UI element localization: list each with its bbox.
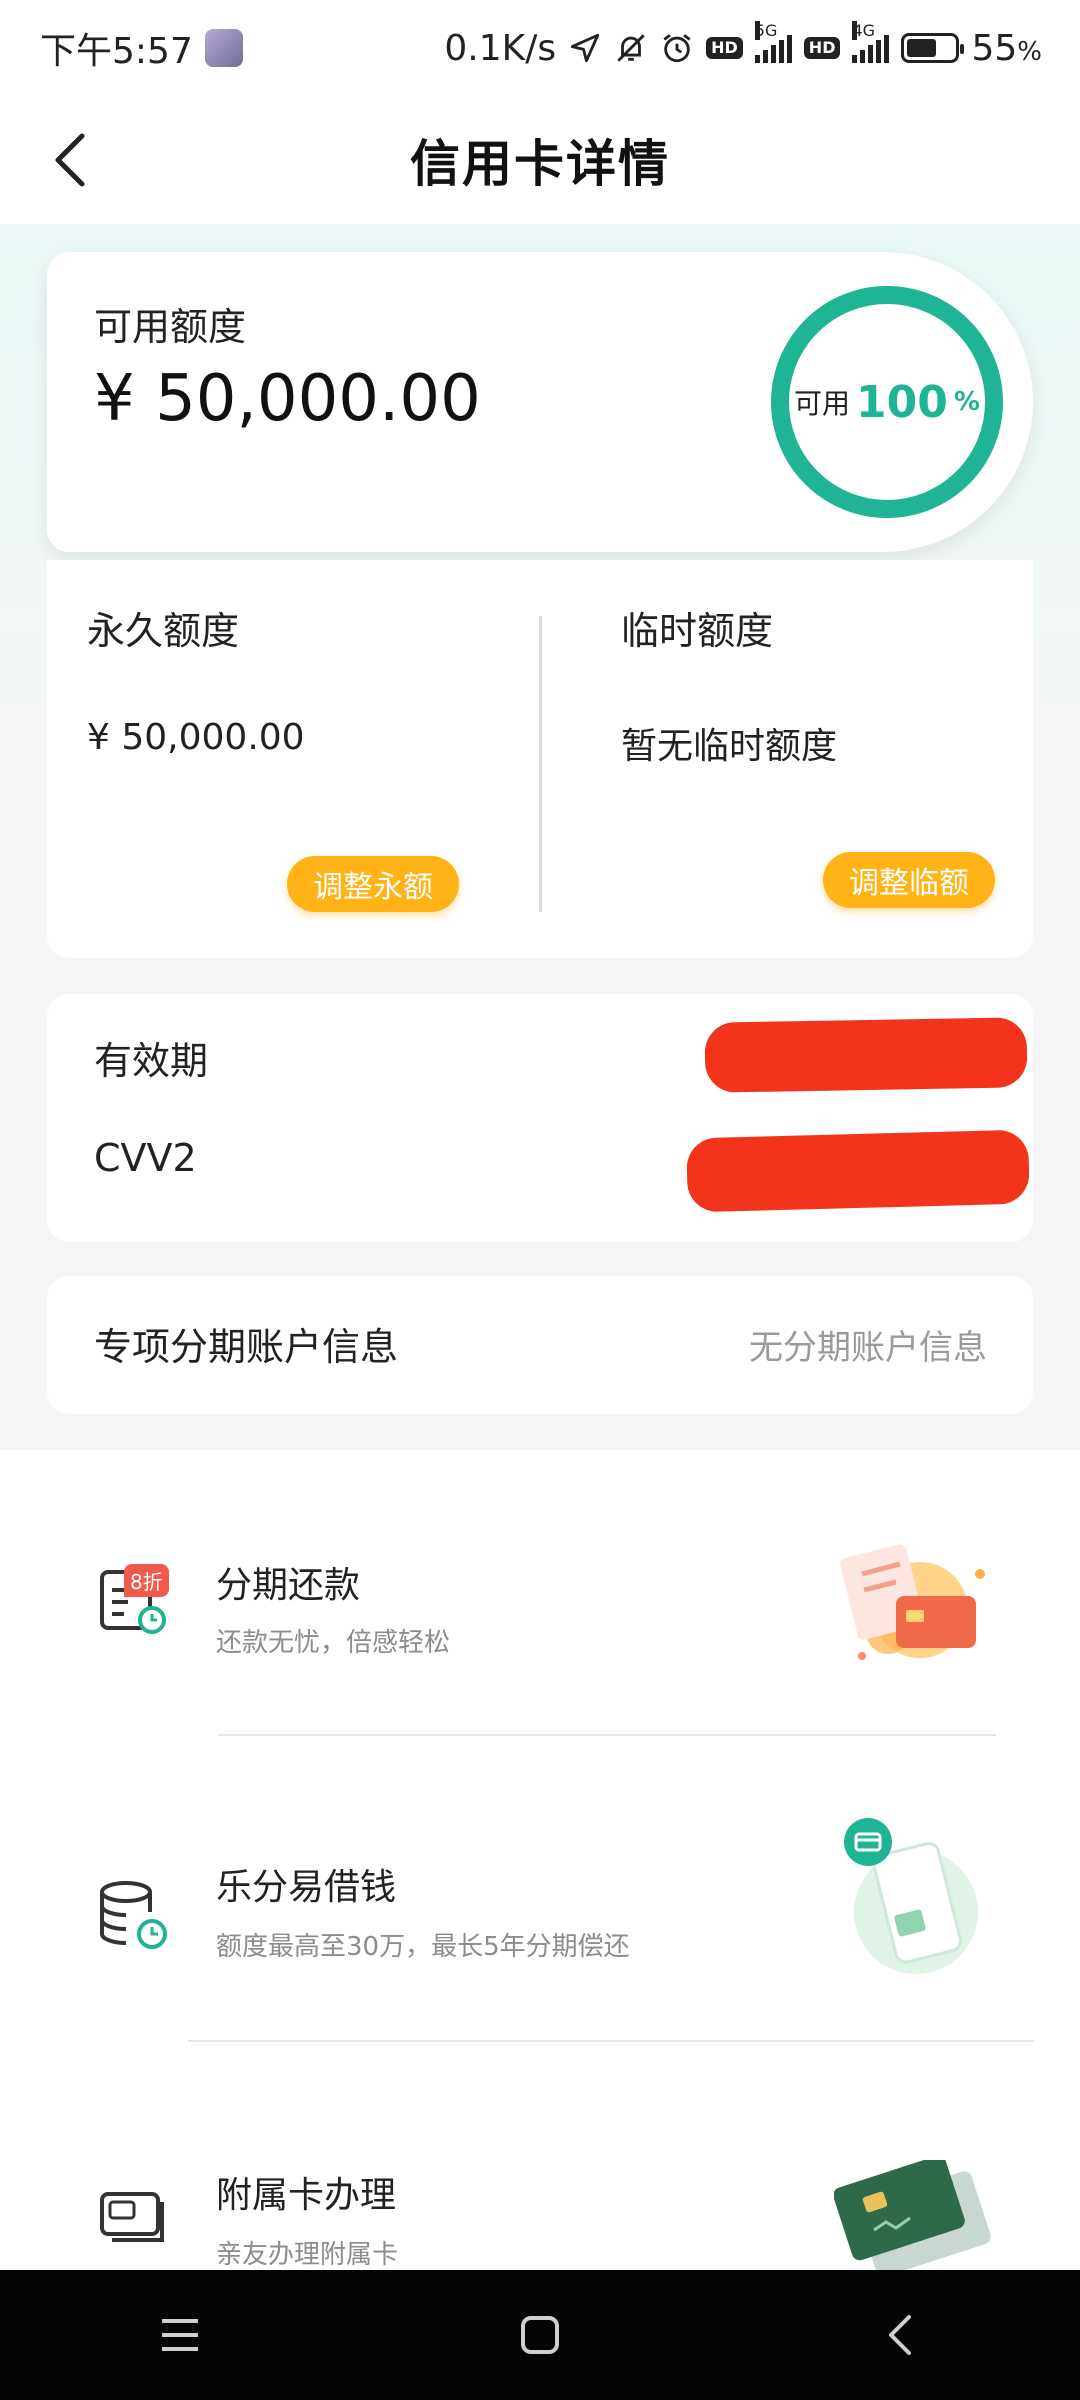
available-credit-label: 可用额度 (94, 305, 247, 349)
service-lefenyi-loan[interactable]: 乐分易借钱 额度最高至30万，最长5年分期偿还 (0, 1818, 1080, 2030)
cvv-label: CVV2 (94, 1136, 197, 1180)
permanent-limit-value: ¥ 50,000.00 (87, 717, 305, 758)
coins-clock-icon (96, 1876, 172, 1952)
status-left: 下午5:57 (40, 22, 243, 74)
permanent-limit-label: 永久额度 (87, 609, 240, 653)
service-title: 附属卡办理 (216, 2175, 397, 2216)
cvv-redaction (686, 1129, 1030, 1213)
bell-mute-icon (614, 31, 648, 65)
phone-loan-illustration-icon (836, 1816, 986, 1980)
service-subtitle: 额度最高至30万，最长5年分期偿还 (216, 1932, 630, 1962)
temporary-limit-label: 临时额度 (621, 609, 774, 653)
hd-badge-1: HD (706, 37, 743, 59)
status-time: 下午5:57 (40, 31, 193, 72)
service-subtitle: 还款无忧，倍感轻松 (216, 1628, 451, 1658)
bill-card-illustration-icon (830, 1540, 990, 1674)
notification-avatar-icon (204, 29, 243, 67)
home-icon[interactable] (500, 2295, 580, 2375)
service-title: 分期还款 (216, 1565, 361, 1606)
service-title: 乐分易借钱 (216, 1867, 397, 1908)
adjust-permanent-limit-button[interactable]: 调整永额 (287, 856, 459, 912)
page-title: 信用卡详情 (410, 135, 670, 193)
ring-unit: % (953, 387, 980, 417)
location-icon (568, 31, 602, 65)
installment-account-value: 无分期账户信息 (749, 1328, 987, 1368)
sim1-tag: 5G (754, 21, 778, 40)
back-icon[interactable] (860, 2295, 940, 2375)
service-divider-2 (188, 2040, 1034, 2042)
service-supplementary-card[interactable]: 附属卡办理 亲友办理附属卡 (0, 2130, 1080, 2277)
network-speed: 0.1K/s (444, 27, 557, 69)
validity-redaction (704, 1017, 1028, 1093)
battery-value: 55 (971, 27, 1018, 69)
status-bar: 下午5:57 0.1K/s HD 5G HD 4G 55% (0, 0, 1080, 96)
service-divider-1 (218, 1734, 996, 1736)
ring-percent: 100 (856, 376, 948, 428)
battery-level: 55% (971, 28, 1042, 69)
temporary-limit-section: 临时额度 暂无临时额度 (621, 600, 837, 769)
card-icon (96, 2178, 172, 2254)
installment-account-label: 专项分期账户信息 (94, 1325, 399, 1369)
limits-divider (539, 616, 542, 912)
system-navigation-bar (0, 2270, 1080, 2400)
available-percent-ring: 可用 100 % (771, 286, 1003, 518)
available-credit-amount: ¥ 50,000.00 (94, 362, 481, 436)
status-right: 0.1K/s HD 5G HD 4G 55% (444, 21, 1042, 69)
card-security-info: 有效期 CVV2 (47, 994, 1033, 1242)
cards-illustration-icon (833, 2155, 994, 2277)
validity-label: 有效期 (94, 1039, 209, 1083)
chevron-left-icon (55, 133, 85, 187)
service-subtitle: 亲友办理附属卡 (216, 2240, 399, 2270)
service-installment-repayment[interactable]: 8折 分期还款 还款无忧，倍感轻松 (0, 1520, 1080, 1720)
permanent-limit-section: 永久额度 ¥ 50,000.00 (87, 600, 305, 758)
adjust-temporary-limit-button[interactable]: 调整临额 (823, 852, 995, 908)
ring-label: 可用 (794, 387, 851, 420)
battery-unit: % (1017, 36, 1042, 67)
available-credit-card: 可用额度 ¥ 50,000.00 可用 100 % (47, 252, 1033, 552)
limits-card: 永久额度 ¥ 50,000.00 临时额度 暂无临时额度 调整永额 调整临额 (47, 560, 1033, 958)
signal-5g-icon: 5G (754, 21, 792, 63)
nav-bar: 信用卡详情 (0, 96, 1080, 224)
alarm-icon (660, 31, 694, 65)
hd-badge-2: HD (803, 37, 841, 59)
back-button[interactable] (40, 126, 100, 194)
discount-badge: 8折 (124, 1564, 169, 1597)
battery-icon (901, 33, 965, 63)
signal-4g-icon: 4G (852, 21, 890, 63)
sim2-tag: 4G (852, 21, 876, 40)
temporary-limit-value: 暂无临时额度 (621, 726, 838, 767)
installment-account-row[interactable]: 专项分期账户信息 无分期账户信息 (47, 1276, 1033, 1414)
menu-icon[interactable] (140, 2295, 220, 2375)
